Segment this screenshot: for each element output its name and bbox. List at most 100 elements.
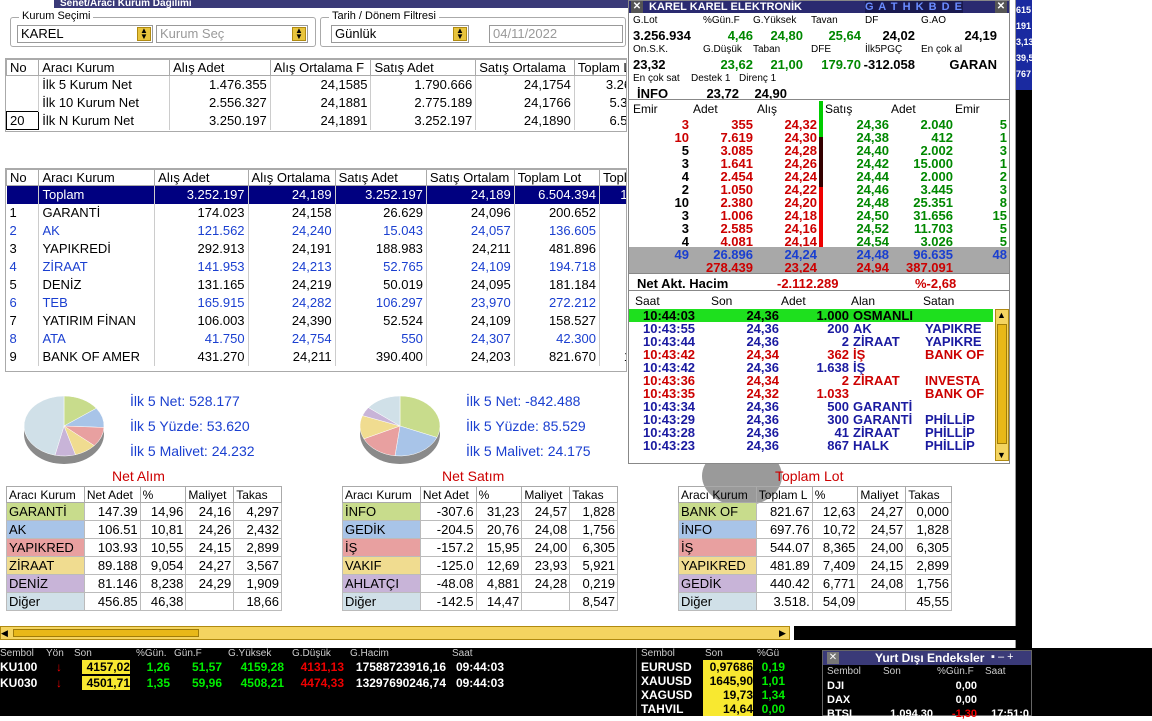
column-header[interactable]: No: [6, 169, 40, 186]
column-header[interactable]: Alış Adet: [154, 169, 249, 186]
trades-scrollbar[interactable]: ▲ ▼: [995, 309, 1009, 461]
table-row[interactable]: 3 YAPIKREDİ 292.913 24,191 188.983 24,211 481.…: [6, 239, 626, 258]
column-header[interactable]: Maliyet: [185, 486, 235, 503]
column-header[interactable]: Toplam Lot: [573, 59, 626, 76]
column-header[interactable]: %: [811, 486, 859, 503]
column-header[interactable]: Satış Ortalama: [475, 59, 575, 76]
table-row[interactable]: 7 YATIRIM FİNAN 106.003 24,390 52.524 24,109 1…: [6, 311, 626, 330]
table-row[interactable]: 2AK121.56224,24015.04324,057136.6052,: [6, 221, 626, 240]
scroll-right-icon[interactable]: ▶: [779, 627, 789, 639]
column-header[interactable]: Aracı Kurum: [6, 486, 85, 503]
column-header[interactable]: %: [139, 486, 187, 503]
table-row[interactable]: 1 GARANTİ 174.023 24,158 26.629 24,096 200.652…: [6, 203, 626, 222]
scroll-thumb[interactable]: [13, 629, 199, 637]
table-row[interactable]: İlk 5 Kurum Net 1.476.355 24,1585 1.790.666…: [6, 75, 626, 94]
table-row[interactable]: 20 İlk N Kurum Net 3.250.197 24,1891 3.252.1…: [6, 111, 626, 130]
column-header[interactable]: Maliyet: [521, 486, 571, 503]
commodity-row[interactable]: XAUUSD 1645,90 1,01: [637, 674, 787, 688]
table-row[interactable]: 6TEB165.91524,282106.29723,970272.2124,: [6, 293, 626, 312]
total-row[interactable]: Toplam 3.252.197 24,189 3.252.197 24,189 6.50…: [6, 185, 626, 204]
index-row[interactable]: KU030 ↓ 4501,71 1,35 59,96 4508,21 4474,33 1329…: [0, 676, 630, 690]
foreign-row[interactable]: DAX 0,00: [823, 693, 1031, 707]
column-header[interactable]: Alış Ortalama F: [269, 59, 372, 76]
depth-stat-label: En çok al: [921, 44, 963, 55]
column-header[interactable]: %: [475, 486, 523, 503]
commodity-row[interactable]: XAGUSD 19,73 1,34: [637, 688, 787, 702]
column-header[interactable]: Takas: [233, 486, 282, 503]
table-row[interactable]: 5DENİZ131.16524,21950.01924,095181.1842,: [6, 275, 626, 294]
close-icon[interactable]: ✕: [995, 1, 1007, 13]
table-row[interactable]: Diğer -142.5 14,47 8,547: [342, 592, 618, 611]
table-cell: 4,881: [475, 574, 523, 593]
table-row[interactable]: İNFO -307.6 31,23 24,57 1,828: [342, 502, 618, 521]
column-header[interactable]: Takas: [905, 486, 952, 503]
trade-header: Adet: [781, 294, 806, 308]
column-header[interactable]: Toplam L: [755, 486, 813, 503]
scroll-left-icon[interactable]: ◀: [1, 627, 11, 639]
table-cell: 6,771: [811, 574, 859, 593]
period-select[interactable]: Günlük ▲ ▼: [331, 25, 469, 43]
commodity-row[interactable]: TAHVIL 14,64 0,00: [637, 702, 787, 716]
kurum-select[interactable]: KAREL ▲ ▼: [17, 25, 153, 43]
date-input[interactable]: 04/11/2022: [489, 25, 623, 43]
table-row[interactable]: 4ZİRAAT141.95324,21352.76524,109194.7182…: [6, 257, 626, 276]
table-row[interactable]: İŞ 544.07 8,365 24,00 6,305: [678, 538, 952, 557]
table-cell: BANK OF AMER: [38, 347, 156, 366]
net-alim-title: Net Alım: [112, 468, 165, 484]
table-row[interactable]: İŞ -157.2 15,95 24,00 6,305: [342, 538, 618, 557]
close-icon[interactable]: ✕: [631, 1, 643, 13]
trade-row[interactable]: 10:43:23 24,36 867 HALK PHİLLİP: [631, 439, 991, 452]
commodity-row[interactable]: EURUSD 0,97686 0,19: [637, 660, 787, 674]
column-header[interactable]: Aracı Kurum: [342, 486, 421, 503]
table-cell: YAPIKRED: [6, 538, 85, 557]
index-row[interactable]: KU100 ↓ 4157,02 1,26 51,57 4159,28 4131,13 1758…: [0, 660, 630, 674]
column-header[interactable]: Toplan: [598, 169, 626, 186]
column-header[interactable]: Aracı Kurum: [38, 59, 171, 76]
foreign-row[interactable]: DJI 0,00: [823, 679, 1031, 693]
column-header[interactable]: Net Adet: [83, 486, 141, 503]
close-icon[interactable]: ✕: [827, 652, 839, 664]
table-row[interactable]: AK 106.51 10,81 24,26 2,432: [6, 520, 282, 539]
table-row[interactable]: DENİZ 81.146 8,238 24,29 1,909: [6, 574, 282, 593]
table-row[interactable]: BANK OF 821.67 12,63 24,27 0,000: [678, 502, 952, 521]
ticker-cell: 4159,28: [240, 660, 284, 674]
column-header[interactable]: Takas: [569, 486, 618, 503]
column-header[interactable]: Satış Adet: [370, 59, 477, 76]
broker-table: No Aracı Kurum Alış Adet Alış Ortalama Satış…: [6, 169, 626, 366]
table-row[interactable]: Diğer 3.518. 54,09 45,55: [678, 592, 952, 611]
scroll-up-icon[interactable]: ▲: [997, 310, 1006, 320]
ticker-header: Son: [705, 648, 723, 659]
table-row[interactable]: YAPIKRED 481.89 7,409 24,15 2,899: [678, 556, 952, 575]
table-row[interactable]: 8ATA41.75024,75455024,30742.3000,: [6, 329, 626, 348]
depth-letter-tabs[interactable]: G A T H K B D E: [865, 1, 963, 13]
column-header[interactable]: Aracı Kurum: [38, 169, 156, 186]
table-row[interactable]: Diğer 456.85 46,38 18,66: [6, 592, 282, 611]
table-row[interactable]: VAKIF -125.0 12,69 23,93 5,921: [342, 556, 618, 575]
kurum-search-select[interactable]: Kurum Seç ▲ ▼: [156, 25, 308, 43]
table-cell: TEB: [38, 293, 156, 312]
foreign-row[interactable]: BTSI 1.094,30 -1,30 17:51:0: [823, 707, 1031, 721]
table-row[interactable]: YAPIKRED 103.93 10,55 24,15 2,899: [6, 538, 282, 557]
table-cell: 9: [6, 347, 40, 366]
column-header[interactable]: No: [6, 59, 40, 76]
table-row[interactable]: ZİRAAT 89.188 9,054 24,27 3,567: [6, 556, 282, 575]
column-header[interactable]: Aracı Kurum: [678, 486, 757, 503]
window-controls[interactable]: ▪ ‒ +: [991, 651, 1014, 663]
column-header[interactable]: Satış Adet: [334, 169, 427, 186]
column-header[interactable]: Maliyet: [857, 486, 907, 503]
column-header[interactable]: Satış Ortalam: [425, 169, 515, 186]
column-header[interactable]: Alış Ortalama: [247, 169, 336, 186]
table-row[interactable]: AHLATÇI -48.08 4,881 24,28 0,219: [342, 574, 618, 593]
column-header[interactable]: Alış Adet: [169, 59, 271, 76]
table-row[interactable]: GARANTİ 147.39 14,96 24,16 4,297: [6, 502, 282, 521]
column-header[interactable]: Toplam Lot: [513, 169, 600, 186]
scroll-down-icon[interactable]: ▼: [997, 450, 1006, 460]
table-row[interactable]: İlk 10 Kurum Net 2.556.327 24,1881 2.775.18…: [6, 93, 626, 112]
table-row[interactable]: GEDİK 440.42 6,771 24,08 1,756: [678, 574, 952, 593]
horizontal-scrollbar[interactable]: ◀ ▶: [0, 626, 790, 640]
scroll-thumb[interactable]: [997, 324, 1007, 444]
table-row[interactable]: İNFO 697.76 10,72 24,57 1,828: [678, 520, 952, 539]
column-header[interactable]: Net Adet: [419, 486, 477, 503]
table-row[interactable]: 9 BANK OF AMER 431.270 24,211 390.400 24,203 8…: [6, 347, 626, 366]
table-row[interactable]: GEDİK -204.5 20,76 24,08 1,756: [342, 520, 618, 539]
